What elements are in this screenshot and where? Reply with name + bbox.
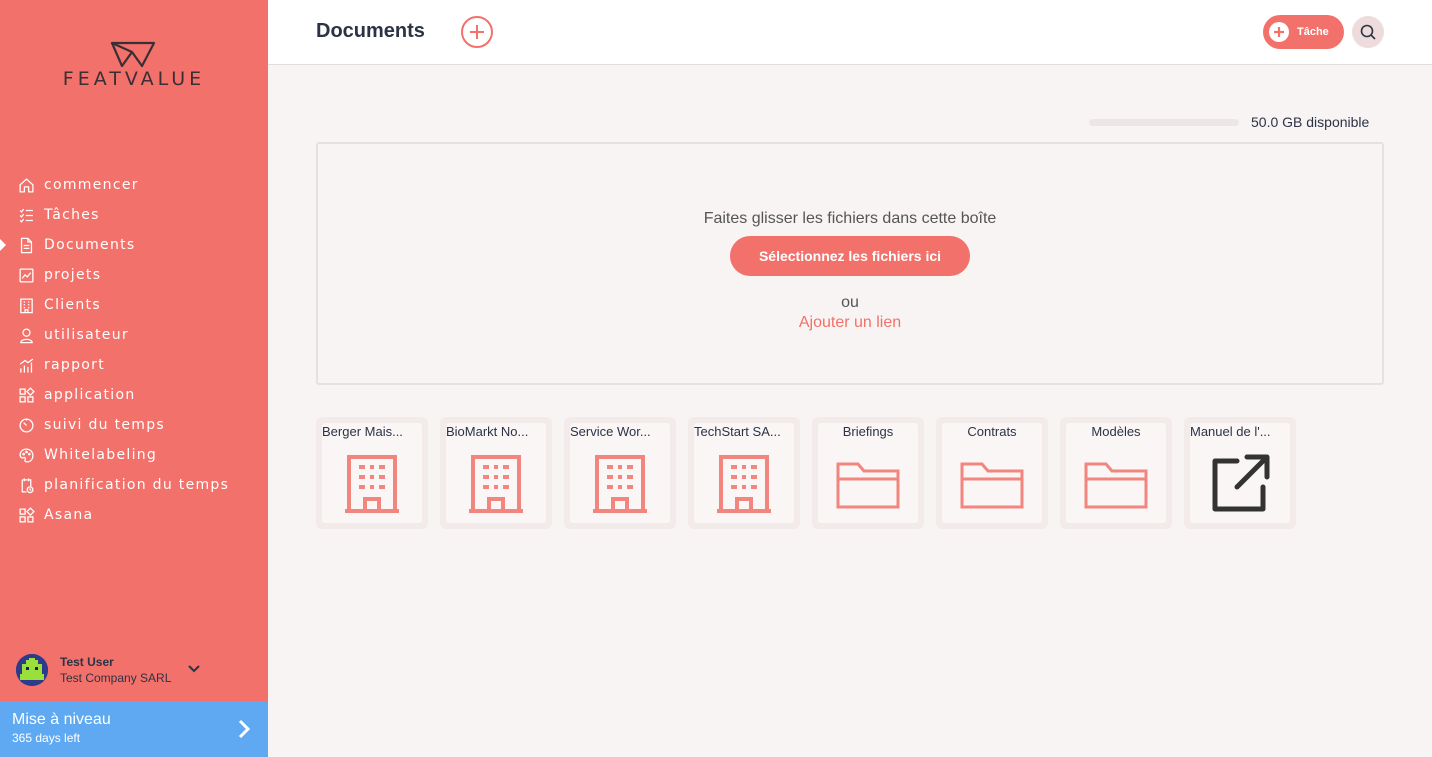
sidebar-item-rapport[interactable]: rapport [0, 350, 268, 380]
tile-name: Manuel de l'... [1190, 424, 1271, 439]
building-icon [462, 451, 530, 517]
sidebar-item-label: Asana [44, 507, 94, 523]
tile-name: Berger Mais... [322, 424, 403, 439]
tile-name: BioMarkt No... [446, 424, 529, 439]
building-icon [17, 296, 35, 314]
search-icon [1360, 24, 1376, 40]
client-tile[interactable]: BioMarkt No... [440, 417, 552, 529]
folder-icon [1082, 451, 1150, 517]
sidebar-item-application[interactable]: application [0, 380, 268, 410]
tile-name: Briefings [842, 424, 894, 439]
sidebar-item-label: commencer [44, 177, 139, 193]
logo-mark-icon [110, 41, 156, 68]
storage-available: 50.0 GB disponible [1251, 114, 1370, 130]
building-icon [710, 451, 778, 517]
dropzone-instruction: Faites glisser les fichiers dans cette b… [703, 210, 997, 227]
sidebar-item-commencer[interactable]: commencer [0, 170, 268, 200]
apps-icon [17, 506, 35, 524]
sidebar-nav: commencer Tâches Documents projets Clien… [0, 170, 268, 530]
chevron-down-icon[interactable] [188, 660, 200, 678]
user-info: Test User Test Company SARL [60, 655, 171, 685]
upgrade-banner[interactable]: Mise à niveau 365 days left [0, 701, 268, 757]
folder-tile[interactable]: Contrats [936, 417, 1048, 529]
palette-icon [17, 446, 35, 464]
external-link-icon [1206, 451, 1274, 517]
header: Documents Tâche [268, 0, 1432, 65]
folder-icon [834, 451, 902, 517]
client-tile[interactable]: TechStart SA... [688, 417, 800, 529]
sidebar-item-label: suivi du temps [44, 417, 166, 433]
home-icon [17, 176, 35, 194]
tile-name: Modèles [1091, 424, 1141, 439]
add-task-button[interactable]: Tâche [1263, 15, 1344, 49]
sidebar-item-label: projets [44, 267, 102, 283]
sidebar-item-documents[interactable]: Documents [0, 230, 268, 260]
tile-name: TechStart SA... [694, 424, 781, 439]
sidebar-item-label: utilisateur [44, 327, 129, 343]
user-name: Test User [60, 655, 114, 669]
dropzone-or: ou [841, 294, 859, 311]
checklist-icon [17, 206, 35, 224]
storage-progress-bar [1089, 119, 1239, 126]
logo-text: FEATVALUE [62, 68, 206, 90]
building-icon [586, 451, 654, 517]
apps-icon [17, 386, 35, 404]
user-company: Test Company SARL [60, 671, 172, 685]
plus-icon [1269, 22, 1289, 42]
sidebar-item-taches[interactable]: Tâches [0, 200, 268, 230]
folder-icon [958, 451, 1026, 517]
sidebar-item-suivi-du-temps[interactable]: suivi du temps [0, 410, 268, 440]
timer-icon [17, 416, 35, 434]
logo[interactable]: FEATVALUE [48, 40, 220, 90]
sidebar-item-clients[interactable]: Clients [0, 290, 268, 320]
sidebar-item-whitelabeling[interactable]: Whitelabeling [0, 440, 268, 470]
chevron-right-icon [238, 719, 251, 744]
client-tile[interactable]: Berger Mais... [316, 417, 428, 529]
avatar [16, 654, 48, 686]
sidebar: FEATVALUE commencer Tâches Documents pro… [0, 0, 268, 757]
page-title: Documents [316, 20, 425, 42]
sidebar-item-label: Clients [44, 297, 101, 313]
add-task-label: Tâche [1297, 26, 1329, 38]
chart-icon [17, 266, 35, 284]
upgrade-title: Mise à niveau [12, 711, 111, 728]
tile-name: Service Wor... [570, 424, 651, 439]
document-tiles: Berger Mais... BioMarkt No... Service Wo… [316, 417, 1316, 529]
sidebar-item-label: planification du temps [44, 477, 230, 493]
folder-tile[interactable]: Briefings [812, 417, 924, 529]
add-document-button[interactable] [461, 16, 493, 48]
sidebar-item-label: Documents [44, 237, 136, 253]
file-dropzone[interactable]: Faites glisser les fichiers dans cette b… [316, 142, 1384, 385]
search-button[interactable] [1352, 16, 1384, 48]
sidebar-item-asana[interactable]: Asana [0, 500, 268, 530]
link-tile[interactable]: Manuel de l'... [1184, 417, 1296, 529]
sidebar-item-label: Tâches [44, 207, 100, 223]
select-files-button[interactable]: Sélectionnez les fichiers ici [730, 236, 970, 276]
sidebar-item-label: rapport [44, 357, 106, 373]
upgrade-subtitle: 365 days left [12, 731, 81, 745]
folder-tile[interactable]: Modèles [1060, 417, 1172, 529]
plus-icon [470, 25, 484, 39]
sidebar-item-label: Whitelabeling [44, 447, 158, 463]
user-icon [17, 326, 35, 344]
client-tile[interactable]: Service Wor... [564, 417, 676, 529]
tile-name: Contrats [967, 424, 1017, 439]
schedule-icon [17, 476, 35, 494]
user-menu[interactable]: Test User Test Company SARL [16, 652, 256, 688]
add-link-button[interactable]: Ajouter un lien [318, 314, 1382, 332]
sidebar-item-projets[interactable]: projets [0, 260, 268, 290]
sidebar-item-utilisateur[interactable]: utilisateur [0, 320, 268, 350]
report-icon [17, 356, 35, 374]
sidebar-item-label: application [44, 387, 136, 403]
sidebar-item-planification-du-temps[interactable]: planification du temps [0, 470, 268, 500]
document-icon [17, 236, 35, 254]
building-icon [338, 451, 406, 517]
